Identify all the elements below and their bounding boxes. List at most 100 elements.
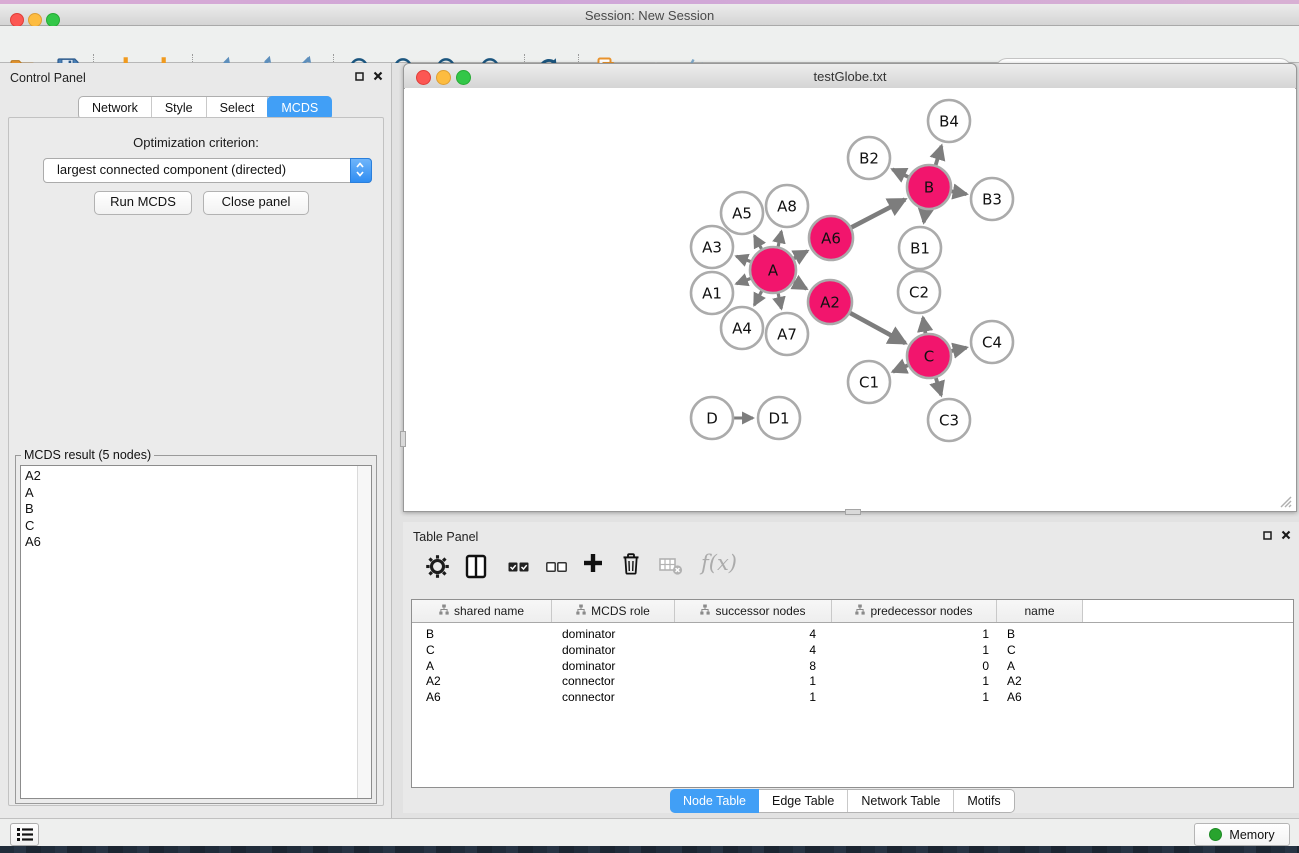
node-D[interactable]: D (691, 397, 733, 439)
tab-select[interactable]: Select (207, 97, 269, 119)
svg-text:B1: B1 (910, 239, 930, 257)
node-A6[interactable]: A6 (809, 216, 853, 260)
table-toolbar: f(x) (413, 550, 1289, 586)
svg-text:C2: C2 (909, 283, 929, 301)
resize-grip-icon[interactable] (1278, 494, 1292, 508)
control-panel-title: Control Panel (10, 71, 86, 85)
node-A7[interactable]: A7 (766, 313, 808, 355)
node-A4[interactable]: A4 (721, 307, 763, 349)
node-A8[interactable]: A8 (766, 185, 808, 227)
dropdown-stepper[interactable] (350, 158, 372, 183)
show-columns-icon[interactable] (465, 554, 487, 584)
svg-text:B2: B2 (859, 149, 879, 167)
column-header-MCDS-role[interactable]: MCDS role (552, 600, 675, 622)
node-A[interactable]: A (750, 247, 796, 293)
float-panel-icon[interactable] (1263, 531, 1272, 540)
svg-text:A3: A3 (702, 238, 722, 256)
create-column-icon[interactable] (583, 553, 603, 578)
node-C1[interactable]: C1 (848, 361, 890, 403)
column-header-predecessor-nodes[interactable]: predecessor nodes (832, 600, 997, 622)
column-header-successor-nodes[interactable]: successor nodes (675, 600, 832, 622)
memory-status-icon (1209, 828, 1222, 841)
node-B1[interactable]: B1 (899, 227, 941, 269)
table-body: Bdominator41BCdominator41CAdominator80AA… (412, 623, 1293, 706)
close-panel-icon[interactable] (373, 71, 383, 81)
tab-edge-table[interactable]: Edge Table (759, 790, 848, 812)
window-edge-handle[interactable] (400, 431, 406, 447)
mcds-result-item[interactable]: A (21, 485, 371, 502)
mcds-result-title: MCDS result (5 nodes) (21, 448, 154, 462)
mcds-result-item[interactable]: A6 (21, 534, 371, 551)
node-B[interactable]: B (907, 165, 951, 209)
memory-button[interactable]: Memory (1194, 823, 1290, 846)
close-panel-icon[interactable] (1281, 530, 1291, 540)
node-A2[interactable]: A2 (808, 280, 852, 324)
node-C2[interactable]: C2 (898, 271, 940, 313)
node-A3[interactable]: A3 (691, 226, 733, 268)
table-row[interactable]: A6connector11A6 (412, 690, 1293, 706)
column-header-name[interactable]: name (997, 600, 1083, 622)
svg-text:A6: A6 (821, 229, 841, 247)
select-all-columns-icon[interactable] (508, 560, 529, 578)
window-edge-handle[interactable] (845, 509, 861, 515)
scrollbar[interactable] (357, 466, 371, 798)
network-canvas[interactable]: B4 B2 B B3 A5 A8 A6 B1 A3 A C2 A1 A2 A4 A7 C4 C C1 C3 D D1 (405, 88, 1295, 511)
edge-A6-B[interactable] (847, 200, 905, 230)
tab-motifs[interactable]: Motifs (954, 790, 1013, 812)
node-D1[interactable]: D1 (758, 397, 800, 439)
run-mcds-button[interactable]: Run MCDS (94, 191, 192, 215)
table-row[interactable]: Bdominator41B (412, 627, 1293, 643)
svg-text:A: A (768, 261, 779, 279)
mcds-result-item[interactable]: A2 (21, 468, 371, 485)
float-panel-icon[interactable] (355, 72, 364, 81)
svg-text:D: D (706, 409, 718, 427)
network-graph[interactable]: B4 B2 B B3 A5 A8 A6 B1 A3 A C2 A1 A2 A4 A7 C4 C C1 C3 D D1 (405, 88, 1295, 511)
table-row[interactable]: Cdominator41C (412, 643, 1293, 659)
task-history-button[interactable] (10, 823, 39, 846)
trash-icon[interactable] (621, 552, 641, 581)
function-builder-icon[interactable]: f(x) (701, 551, 737, 575)
column-header-shared-name[interactable]: shared name (412, 600, 552, 622)
tab-style[interactable]: Style (152, 97, 207, 119)
close-panel-button[interactable]: Close panel (203, 191, 309, 215)
list-icon (17, 827, 33, 842)
svg-text:B3: B3 (982, 190, 1002, 208)
node-B3[interactable]: B3 (971, 178, 1013, 220)
svg-text:A7: A7 (777, 325, 797, 343)
mcds-result-list: A2ABCA6 (20, 465, 372, 799)
delete-table-icon[interactable] (659, 557, 683, 581)
node-A1[interactable]: A1 (691, 272, 733, 314)
tab-network-table[interactable]: Network Table (848, 790, 954, 812)
session-title: Session: New Session (0, 8, 1299, 23)
gear-icon[interactable] (425, 554, 450, 584)
svg-text:C: C (924, 347, 934, 365)
criterion-dropdown[interactable]: largest connected component (directed) (43, 158, 372, 183)
column-type-icon (855, 604, 865, 618)
table-row[interactable]: Adominator80A (412, 659, 1293, 675)
tab-node-table[interactable]: Node Table (670, 789, 759, 813)
network-view-window: testGlobe.txt B4 B2 B B3 A5 A8 A6 B1 A3 A C2 A1 A2 A4… (403, 63, 1297, 512)
unselect-all-columns-icon[interactable] (546, 560, 567, 578)
node-C4[interactable]: C4 (971, 321, 1013, 363)
svg-text:A8: A8 (777, 197, 797, 215)
status-bar: Memory (0, 818, 1299, 846)
svg-text:A1: A1 (702, 284, 722, 302)
mcds-result-item[interactable]: C (21, 518, 371, 535)
svg-text:C4: C4 (982, 333, 1002, 351)
table-row[interactable]: A2connector11A2 (412, 674, 1293, 690)
network-window-title: testGlobe.txt (404, 69, 1296, 84)
svg-text:A5: A5 (732, 204, 752, 222)
node-A5[interactable]: A5 (721, 192, 763, 234)
column-type-icon (700, 604, 710, 618)
desktop-strip-bottom (0, 846, 1299, 853)
svg-text:C1: C1 (859, 373, 879, 391)
mcds-result-item[interactable]: B (21, 501, 371, 518)
svg-text:A2: A2 (820, 293, 840, 311)
node-C3[interactable]: C3 (928, 399, 970, 441)
node-B4[interactable]: B4 (928, 100, 970, 142)
tab-network[interactable]: Network (79, 97, 152, 119)
node-C[interactable]: C (907, 334, 951, 378)
node-B2[interactable]: B2 (848, 137, 890, 179)
svg-text:C3: C3 (939, 411, 959, 429)
edge-A2-C[interactable] (846, 311, 906, 344)
